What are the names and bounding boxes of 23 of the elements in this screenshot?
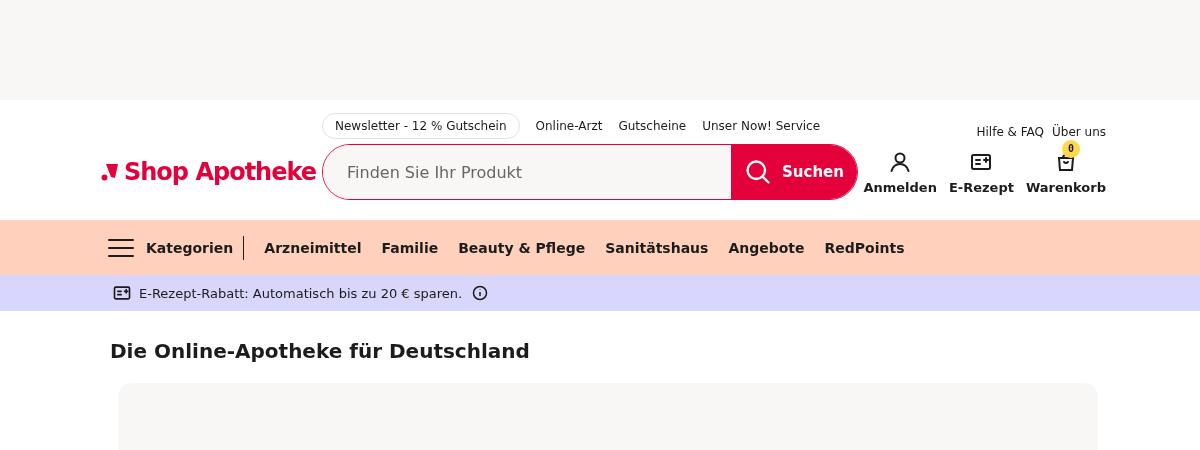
account-link[interactable]: Anmelden [863,139,937,195]
top-link[interactable]: Online-Arzt [535,119,603,133]
cart-link[interactable]: Warenkorb 0 [1025,139,1106,195]
nav-link[interactable]: Beauty & Pflege [458,239,586,256]
nav-link[interactable]: Familie [381,239,439,256]
logo-icon [100,162,120,182]
nav-link[interactable]: Angebote [728,239,805,256]
top-link[interactable]: Gutscheine [618,119,687,133]
banner-text: E-Rezept-Rabatt: Automatisch bis zu 20 € sparen. [139,285,463,301]
logo-text[interactable]: Shop Apotheke [124,158,317,186]
top-link[interactable]: Unser Now! Service [702,119,821,133]
nav-link[interactable]: Sanitätshaus [605,239,709,256]
cart-count-badge: 0 [1062,139,1080,158]
page-heading: Die Online-Apotheke für Deutschland [110,339,531,363]
categories-menu-button[interactable]: Kategorien [108,235,245,260]
prescription-link[interactable]: E-Rezept [948,139,1014,195]
nav-link[interactable]: Arzneimittel [264,239,362,256]
service-link[interactable]: Hilfe & FAQ [976,125,1044,139]
prescription-card-icon [111,283,133,303]
service-link[interactable]: Über uns [1052,125,1106,139]
info-icon[interactable] [472,285,489,301]
nav-link[interactable]: RedPoints [824,239,905,256]
menu-icon [108,236,134,259]
